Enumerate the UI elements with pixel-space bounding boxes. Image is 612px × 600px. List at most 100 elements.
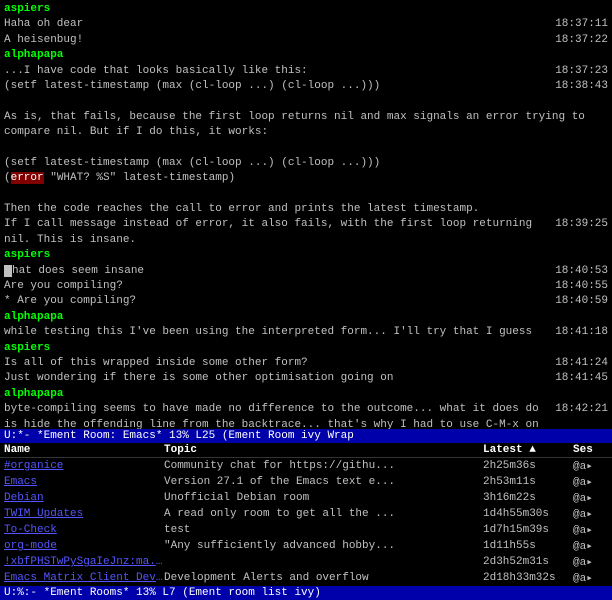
- spacer: [4, 94, 608, 109]
- code-text: (setf latest-timestamp (max (cl-loop ...…: [4, 156, 608, 171]
- code-block-line: (setf latest-timestamp (max (cl-loop ...…: [4, 156, 608, 171]
- room-topic: test: [164, 524, 483, 536]
- timestamp: 18:40:53: [555, 264, 608, 279]
- room-list-item[interactable]: TWIM UpdatesA read only room to get all …: [0, 506, 612, 522]
- room-latest: 1d4h55m30s: [483, 508, 573, 520]
- username: alphapapa: [4, 49, 63, 61]
- username: aspiers: [4, 342, 50, 354]
- chat-message: (setf latest-timestamp (max (cl-loop ...…: [4, 79, 608, 94]
- chat-message: A heisenbug! 18:37:22: [4, 33, 608, 48]
- username: aspiers: [4, 249, 50, 261]
- error-highlight: error: [11, 172, 44, 184]
- message-text: Are you compiling?: [4, 279, 547, 294]
- timestamp: 18:41:24: [555, 356, 608, 371]
- chat-message: aspiers: [4, 248, 608, 263]
- room-name[interactable]: !xbfPHSTwPySgaIeJnz:ma...: [4, 556, 164, 568]
- code-text: (error "WHAT? %S" latest-timestamp): [4, 171, 608, 186]
- room-latest: 2d18h33m32s: [483, 572, 573, 584]
- message-text: Then the code reaches the call to error …: [4, 202, 608, 217]
- timestamp: 18:37:22: [555, 33, 608, 48]
- username: alphapapa: [4, 388, 63, 400]
- chat-message: aspiers: [4, 341, 608, 356]
- room-ses: @a▸: [573, 523, 608, 537]
- chat-message: Then the code reaches the call to error …: [4, 202, 608, 217]
- timestamp: 18:41:45: [555, 371, 608, 386]
- code-block-line: (error "WHAT? %S" latest-timestamp): [4, 171, 608, 186]
- room-latest: 2h25m36s: [483, 460, 573, 472]
- chat-status-text: U:*- *Ement Room: Emacs* 13% L25 (Ement …: [4, 430, 354, 442]
- room-ses: @a▸: [573, 475, 608, 489]
- username: aspiers: [4, 3, 50, 15]
- room-list-item[interactable]: DebianUnofficial Debian room3h16m22s@a▸: [0, 490, 612, 506]
- chat-message: * Are you compiling? 18:40:59: [4, 294, 608, 309]
- message-text: As is, that fails, because the first loo…: [4, 110, 608, 141]
- room-name[interactable]: TWIM Updates: [4, 508, 164, 520]
- room-name[interactable]: #organice: [4, 460, 164, 472]
- room-topic: Unofficial Debian room: [164, 492, 483, 504]
- chat-message: hat does seem insane 18:40:53: [4, 264, 608, 279]
- room-name[interactable]: Emacs Matrix Client Dev...: [4, 572, 164, 584]
- message-text: ...I have code that looks basically like…: [4, 64, 547, 79]
- room-ses: @a▸: [573, 539, 608, 553]
- header-ses: Ses: [573, 444, 608, 456]
- room-list-item[interactable]: #organiceCommunity chat for https://gith…: [0, 458, 612, 474]
- message-text: Just wondering if there is some other op…: [4, 371, 547, 386]
- room-list-header: Name Topic Latest ▲ Ses: [0, 443, 612, 458]
- chat-message: alphapapa: [4, 48, 608, 63]
- chat-message: Is all of this wrapped inside some other…: [4, 356, 608, 371]
- room-latest: 2h53m11s: [483, 476, 573, 488]
- timestamp: 18:37:23: [555, 64, 608, 79]
- room-list-item[interactable]: EmacsVersion 27.1 of the Emacs text e...…: [0, 474, 612, 490]
- room-ses: @a▸: [573, 571, 608, 585]
- chat-message: Haha oh dear 18:37:11: [4, 17, 608, 32]
- timestamp: 18:39:25: [555, 217, 608, 232]
- message-text: Is all of this wrapped inside some other…: [4, 356, 547, 371]
- room-list-item[interactable]: org-mode"Any sufficiently advanced hobby…: [0, 538, 612, 554]
- timestamp: 18:37:11: [555, 17, 608, 32]
- room-topic: Version 27.1 of the Emacs text e...: [164, 476, 483, 488]
- chat-message: alphapapa: [4, 310, 608, 325]
- message-text: while testing this I've been using the i…: [4, 325, 547, 340]
- message-text: (setf latest-timestamp (max (cl-loop ...…: [4, 79, 547, 94]
- message-text: byte-compiling seems to have made no dif…: [4, 402, 547, 429]
- message-text: Haha oh dear: [4, 17, 547, 32]
- room-list-area: Name Topic Latest ▲ Ses #organiceCommuni…: [0, 443, 612, 586]
- chat-message: ...I have code that looks basically like…: [4, 64, 608, 79]
- chat-message: alphapapa: [4, 387, 608, 402]
- chat-status-bar: U:*- *Ement Room: Emacs* 13% L25 (Ement …: [0, 429, 612, 443]
- room-name[interactable]: org-mode: [4, 540, 164, 552]
- room-name[interactable]: Debian: [4, 492, 164, 504]
- room-latest: 1d7h15m39s: [483, 524, 573, 536]
- chat-message: while testing this I've been using the i…: [4, 325, 608, 340]
- room-name[interactable]: Emacs: [4, 476, 164, 488]
- room-ses: @a▸: [573, 507, 608, 521]
- spacer: [4, 141, 608, 156]
- chat-message: If I call message instead of error, it a…: [4, 217, 608, 248]
- message-text: * Are you compiling?: [4, 294, 547, 309]
- chat-message: aspiers: [4, 2, 608, 17]
- username: alphapapa: [4, 311, 63, 323]
- room-topic: Development Alerts and overflow: [164, 572, 483, 584]
- text-cursor: [4, 265, 12, 277]
- room-topic: Community chat for https://githu...: [164, 460, 483, 472]
- room-name[interactable]: To-Check: [4, 524, 164, 536]
- timestamp: 18:38:43: [555, 79, 608, 94]
- room-latest: 1d11h55s: [483, 540, 573, 552]
- room-latest: 2d3h52m31s: [483, 556, 573, 568]
- chat-message: As is, that fails, because the first loo…: [4, 110, 608, 141]
- room-list-status-text: U:%:- *Ement Rooms* 13% L7 (Ement room l…: [4, 587, 321, 599]
- chat-message: Are you compiling? 18:40:55: [4, 279, 608, 294]
- timestamp: 18:40:55: [555, 279, 608, 294]
- room-list-item[interactable]: To-Checktest1d7h15m39s@a▸: [0, 522, 612, 538]
- chat-area: aspiers Haha oh dear 18:37:11 A heisenbu…: [0, 0, 612, 429]
- room-list-item[interactable]: Emacs Matrix Client Dev...Development Al…: [0, 570, 612, 586]
- message-text: If I call message instead of error, it a…: [4, 217, 547, 248]
- room-list-item[interactable]: !xbfPHSTwPySgaIeJnz:ma...2d3h52m31s@a▸: [0, 554, 612, 570]
- header-name: Name: [4, 444, 164, 456]
- timestamp: 18:41:18: [555, 325, 608, 340]
- room-topic: "Any sufficiently advanced hobby...: [164, 540, 483, 552]
- spacer: [4, 187, 608, 202]
- timestamp: 18:42:21: [555, 402, 608, 417]
- message-text: hat does seem insane: [4, 264, 547, 279]
- room-rows[interactable]: #organiceCommunity chat for https://gith…: [0, 458, 612, 586]
